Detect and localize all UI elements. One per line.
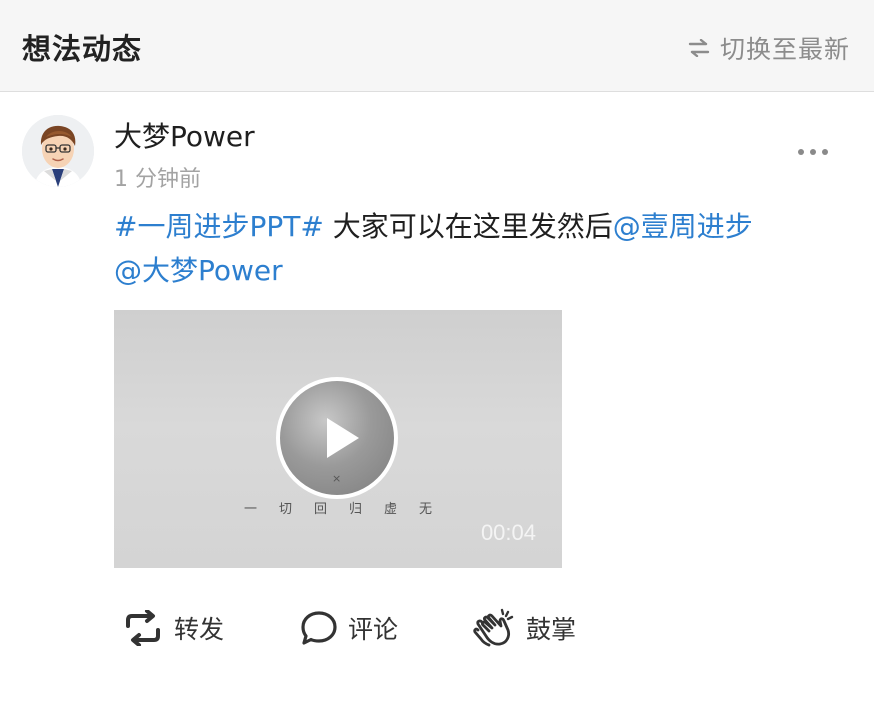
more-dot-icon: [810, 149, 816, 155]
switch-to-latest-button[interactable]: 切换至最新: [688, 30, 850, 66]
more-options-button[interactable]: [798, 143, 828, 161]
mention-link[interactable]: @大梦Power: [114, 254, 283, 287]
more-dot-icon: [822, 149, 828, 155]
switch-label: 切换至最新: [719, 35, 850, 64]
cartoon-avatar-image: [22, 115, 94, 187]
page-title: 想法动态: [22, 32, 143, 66]
post-timestamp: 1 分钟前: [114, 167, 201, 192]
post-content: #一周进步PPT# 大家可以在这里发然后@壹周进步 @大梦Power: [114, 205, 844, 293]
more-dot-icon: [798, 149, 804, 155]
repost-button[interactable]: 转发: [122, 610, 300, 646]
play-icon: [327, 418, 359, 458]
author-name[interactable]: 大梦Power: [114, 115, 255, 155]
mention-link[interactable]: @壹周进步: [613, 210, 753, 243]
clap-hands-icon: [473, 608, 514, 647]
post-actions: 转发 评论 鼓掌: [122, 608, 576, 648]
swap-arrows-icon: [688, 39, 710, 57]
avatar[interactable]: [22, 115, 94, 187]
video-x-mark: ×: [332, 472, 342, 485]
post-card: 大梦Power 1 分钟前 #一周进步PPT# 大家可以在这里发然后@壹周进步 @…: [0, 93, 874, 704]
topic-hashtag-link[interactable]: #一周进步PPT#: [114, 210, 324, 243]
repost-label: 转发: [174, 615, 225, 644]
comment-bubble-icon: [301, 611, 337, 645]
post-text: 大家可以在这里发然后: [323, 210, 613, 243]
clap-button[interactable]: 鼓掌: [472, 608, 576, 648]
video-thumbnail[interactable]: × 一切回归虚无 00:04: [114, 310, 562, 568]
comment-button[interactable]: 评论: [300, 610, 472, 646]
video-duration: 00:04: [480, 520, 536, 545]
comment-label: 评论: [348, 615, 399, 644]
clap-label: 鼓掌: [526, 615, 577, 644]
repost-icon: [126, 610, 160, 646]
video-caption: 一切回归虚无: [243, 502, 454, 517]
top-header: 想法动态 切换至最新: [0, 0, 874, 92]
